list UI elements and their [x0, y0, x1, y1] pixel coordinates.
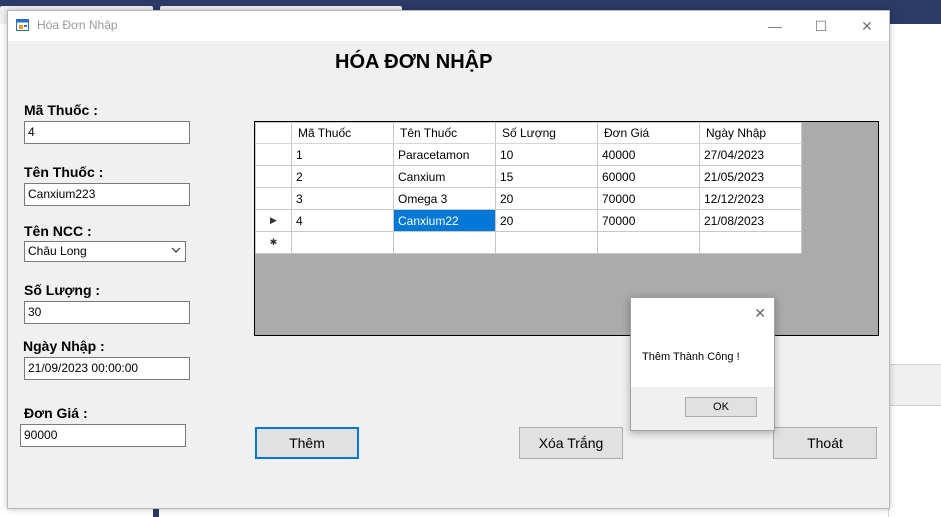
grid-cell[interactable]: 60000	[597, 165, 700, 188]
table-row-new[interactable]: ✱	[255, 231, 802, 254]
grid-cell[interactable]: 1	[291, 143, 394, 166]
app-form-icon	[16, 19, 29, 31]
data-grid[interactable]: Mã Thuốc Tên Thuốc Số Lượng Đơn Giá Ngày…	[254, 121, 879, 336]
table-row-current[interactable]: ▶ 4 Canxium22 20 70000 21/08/2023	[255, 209, 802, 232]
ten-ncc-select[interactable]: Châu Long	[24, 241, 186, 262]
grid-cell[interactable]: 20	[495, 187, 598, 210]
don-gia-label: Đơn Giá :	[24, 405, 88, 421]
maximize-icon: ☐	[814, 17, 828, 34]
them-button[interactable]: Thêm	[255, 427, 359, 459]
grid-cell[interactable]	[495, 231, 598, 254]
table-row[interactable]: 1 Paracetamon 10 40000 27/04/2023	[255, 143, 802, 166]
ngay-nhap-label: Ngày Nhập :	[23, 338, 105, 354]
title-bar[interactable]: Hóa Đơn Nhập — ☐ ✕	[8, 11, 889, 41]
grid-cell[interactable]: 3	[291, 187, 394, 210]
grid-cell[interactable]	[291, 231, 394, 254]
data-grid-table: Mã Thuốc Tên Thuốc Số Lượng Đơn Giá Ngày…	[255, 122, 802, 254]
grid-cell[interactable]	[699, 231, 802, 254]
column-header-don-gia[interactable]: Đơn Giá	[597, 122, 700, 144]
grid-cell[interactable]	[393, 231, 496, 254]
grid-cell[interactable]: 70000	[597, 209, 700, 232]
row-header-new[interactable]: ✱	[255, 231, 292, 254]
grid-cell[interactable]: 21/08/2023	[699, 209, 802, 232]
ten-ncc-value: Châu Long	[28, 244, 87, 258]
background-strip	[889, 364, 941, 406]
grid-cell[interactable]: 2	[291, 165, 394, 188]
table-row[interactable]: 2 Canxium 15 60000 21/05/2023	[255, 165, 802, 188]
window-title: Hóa Đơn Nhập	[37, 18, 118, 32]
grid-cell[interactable]	[597, 231, 700, 254]
chevron-down-icon	[171, 247, 181, 253]
so-luong-label: Số Lượng :	[24, 282, 101, 298]
ngay-nhap-input[interactable]: 21/09/2023 00:00:00	[24, 357, 190, 380]
so-luong-input[interactable]: 30	[24, 301, 190, 324]
grid-cell[interactable]: 70000	[597, 187, 700, 210]
row-header-corner[interactable]	[255, 122, 292, 144]
row-header[interactable]	[255, 165, 292, 188]
ok-button[interactable]: OK	[685, 397, 757, 417]
hoa-don-nhap-window: Hóa Đơn Nhập — ☐ ✕ HÓA ĐƠN NHẬP Mã Thuốc…	[7, 10, 890, 509]
message-box-footer: OK	[631, 387, 774, 430]
background-right-panel	[888, 24, 941, 517]
don-gia-input[interactable]: 90000	[20, 424, 186, 447]
xoa-trang-button[interactable]: Xóa Trắng	[519, 427, 623, 459]
minimize-icon: —	[768, 18, 782, 34]
grid-cell[interactable]: 40000	[597, 143, 700, 166]
ma-thuoc-label: Mã Thuốc :	[24, 102, 98, 118]
message-box-close-icon[interactable]: ✕	[754, 305, 766, 322]
column-header-ngay-nhap[interactable]: Ngày Nhập	[699, 122, 802, 144]
current-row-arrow-icon: ▶	[270, 215, 277, 225]
grid-header-row: Mã Thuốc Tên Thuốc Số Lượng Đơn Giá Ngày…	[255, 122, 802, 144]
grid-cell[interactable]: 10	[495, 143, 598, 166]
row-header[interactable]	[255, 143, 292, 166]
message-text: Thêm Thành Công !	[642, 351, 740, 363]
grid-cell[interactable]: Canxium	[393, 165, 496, 188]
close-icon: ✕	[861, 17, 873, 34]
new-row-asterisk-icon: ✱	[269, 237, 278, 247]
column-header-so-luong[interactable]: Số Lượng	[495, 122, 598, 144]
row-header[interactable]	[255, 187, 292, 210]
close-button[interactable]: ✕	[844, 11, 890, 41]
thoat-button[interactable]: Thoát	[773, 427, 877, 459]
maximize-button[interactable]: ☐	[798, 11, 844, 41]
grid-cell[interactable]: 15	[495, 165, 598, 188]
page-title: HÓA ĐƠN NHẬP	[335, 51, 493, 73]
column-header-ma-thuoc[interactable]: Mã Thuốc	[291, 122, 394, 144]
minimize-button[interactable]: —	[752, 11, 798, 41]
row-header-current[interactable]: ▶	[255, 209, 292, 232]
grid-cell-selected[interactable]: Canxium22	[393, 209, 496, 232]
grid-cell[interactable]: 4	[291, 209, 394, 232]
grid-cell[interactable]: Omega 3	[393, 187, 496, 210]
grid-cell[interactable]: 27/04/2023	[699, 143, 802, 166]
ten-thuoc-input[interactable]: Canxium223	[24, 183, 190, 206]
grid-cell[interactable]: 12/12/2023	[699, 187, 802, 210]
column-header-ten-thuoc[interactable]: Tên Thuốc	[393, 122, 496, 144]
ten-ncc-label: Tên NCC :	[24, 223, 92, 239]
ten-thuoc-label: Tên Thuốc :	[24, 164, 104, 180]
grid-cell[interactable]: Paracetamon	[393, 143, 496, 166]
grid-cell[interactable]: 20	[495, 209, 598, 232]
message-box: ✕ Thêm Thành Công ! OK	[630, 297, 775, 431]
table-row[interactable]: 3 Omega 3 20 70000 12/12/2023	[255, 187, 802, 210]
ma-thuoc-input[interactable]: 4	[24, 121, 190, 144]
grid-cell[interactable]: 21/05/2023	[699, 165, 802, 188]
